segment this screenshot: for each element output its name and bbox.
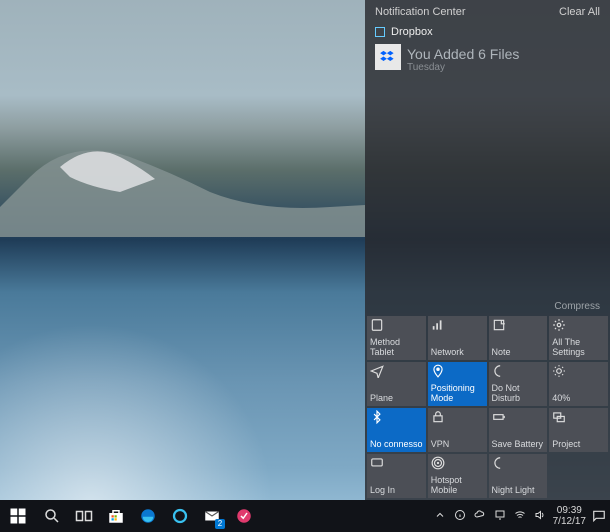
tile-label: Night Light <box>492 486 546 496</box>
tray-icon-button[interactable] <box>433 509 447 523</box>
action-center-title: Notification Center <box>375 6 466 18</box>
onedrive-icon <box>474 509 486 524</box>
tile-label: Hotspot Mobile <box>431 476 485 496</box>
quick-action-tile[interactable]: Note <box>489 316 548 360</box>
quick-action-tile[interactable]: Hotspot Mobile <box>428 454 487 498</box>
project-icon <box>552 410 566 427</box>
dropbox-icon <box>375 27 385 37</box>
quick-action-tile[interactable]: Do Not Disturb <box>489 362 548 406</box>
network-tray-icon <box>494 509 506 524</box>
quick-action-tile[interactable]: No connesso <box>367 408 426 452</box>
notification-title: You Added 6 Files <box>407 46 600 62</box>
start-icon <box>9 507 27 525</box>
store-icon <box>107 507 125 525</box>
tray-icon-button[interactable] <box>513 509 527 523</box>
start-button[interactable] <box>2 500 34 532</box>
taskbar-app-button[interactable]: 2 <box>196 500 228 532</box>
tray-icon-button[interactable] <box>493 509 507 523</box>
notification-icon <box>592 509 606 523</box>
action-center-panel: Notification Center Clear All Dropbox Yo… <box>365 0 610 500</box>
taskbar-app-button[interactable] <box>100 500 132 532</box>
quick-action-tile[interactable]: Log In <box>367 454 426 498</box>
tile-label: Plane <box>370 394 424 404</box>
quick-action-tile[interactable]: Network <box>428 316 487 360</box>
network-icon <box>431 318 445 335</box>
notification-group-app-name: Dropbox <box>391 26 433 38</box>
app-icon <box>235 507 253 525</box>
quick-action-tile[interactable]: Project <box>549 408 608 452</box>
taskbar-app-button[interactable] <box>68 500 100 532</box>
clear-all-button[interactable]: Clear All <box>559 6 600 18</box>
quick-action-tile[interactable]: 40% <box>549 362 608 406</box>
quick-action-tile[interactable]: VPN <box>428 408 487 452</box>
tray-icon-button[interactable] <box>453 509 467 523</box>
taskbar-app-button[interactable] <box>228 500 260 532</box>
quick-action-tile[interactable]: All The Settings <box>549 316 608 360</box>
dropbox-icon <box>375 44 401 70</box>
quick-action-tile[interactable]: Plane <box>367 362 426 406</box>
search-icon <box>43 507 61 525</box>
tile-label: Do Not Disturb <box>492 384 546 404</box>
tray-icon-button[interactable] <box>473 509 487 523</box>
taskbar-app-button[interactable] <box>36 500 68 532</box>
connect-icon <box>370 456 384 473</box>
taskbar-app-button[interactable] <box>164 500 196 532</box>
tile-label: Note <box>492 348 546 358</box>
chevron-up-icon <box>434 509 446 524</box>
cortana-icon <box>171 507 189 525</box>
nightlight-icon <box>492 456 506 473</box>
volume-icon <box>534 509 546 524</box>
tile-label: Method Tablet <box>370 338 424 358</box>
tile-label: 40% <box>552 394 606 404</box>
notification-group-header[interactable]: Dropbox <box>365 22 610 42</box>
gear-icon <box>552 318 566 335</box>
taskbar: 2 09:39 7/12/17 <box>0 500 610 532</box>
tile-label: Log In <box>370 486 424 496</box>
tile-label: VPN <box>431 440 485 450</box>
quick-action-tile[interactable]: Night Light <box>489 454 548 498</box>
quick-action-tile[interactable]: Method Tablet <box>367 316 426 360</box>
taskbar-app-button[interactable] <box>132 500 164 532</box>
airplane-icon <box>370 364 384 381</box>
tray-icon-button[interactable] <box>533 509 547 523</box>
notification-center-button[interactable] <box>592 509 606 523</box>
clock-time: 09:39 <box>553 505 586 516</box>
bluetooth-icon <box>370 410 384 427</box>
quick-action-tile[interactable]: Positioning Mode <box>428 362 487 406</box>
hotspot-icon <box>431 456 445 473</box>
compress-button[interactable]: Compress <box>365 301 610 316</box>
edge-icon <box>139 507 157 525</box>
battery-icon <box>492 410 506 427</box>
tile-label: Save Battery <box>492 440 546 450</box>
quick-action-tiles: Method Tablet Network Note All The Settings… <box>365 316 610 500</box>
taskbar-clock[interactable]: 09:39 7/12/17 <box>553 505 586 527</box>
clock-date: 7/12/17 <box>553 516 586 527</box>
moon-icon <box>492 364 506 381</box>
location-icon <box>431 364 445 381</box>
task-view-icon <box>75 507 93 525</box>
tablet-icon <box>370 318 384 335</box>
notification-item[interactable]: You Added 6 Files Tuesday <box>365 42 610 80</box>
brightness-icon <box>552 364 566 381</box>
tile-label: No connesso <box>370 440 424 450</box>
notification-time: Tuesday <box>407 62 600 73</box>
badge: 2 <box>215 519 225 529</box>
tile-label: Project <box>552 440 606 450</box>
quick-action-tile[interactable]: Save Battery <box>489 408 548 452</box>
tile-label: All The Settings <box>552 338 606 358</box>
note-icon <box>492 318 506 335</box>
info-icon <box>454 509 466 524</box>
vpn-icon <box>431 410 445 427</box>
wifi-icon <box>514 509 526 524</box>
tile-label: Network <box>431 348 485 358</box>
tile-label: Positioning Mode <box>431 384 485 404</box>
